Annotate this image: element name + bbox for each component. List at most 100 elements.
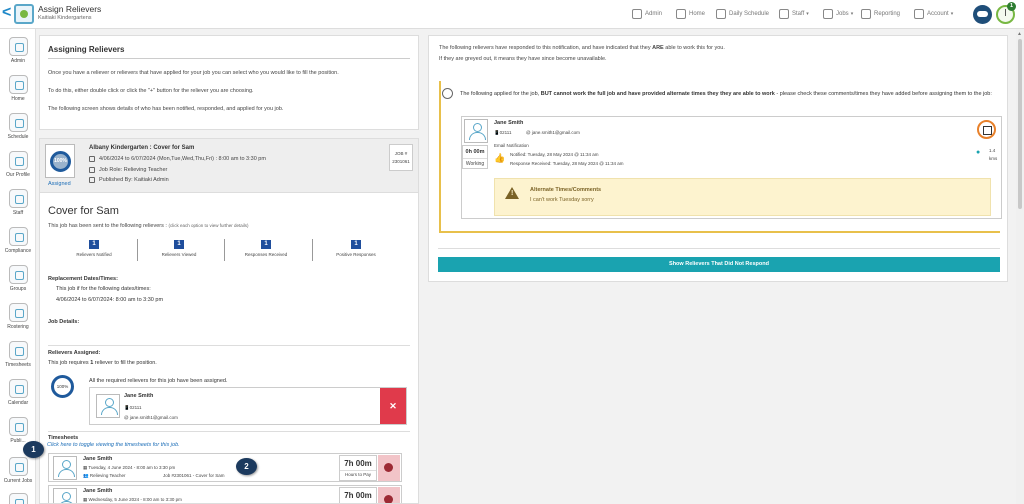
stat-positive-responses[interactable]: 1 Positive Responses xyxy=(316,240,396,257)
scrollbar[interactable]: ▲ xyxy=(1016,29,1024,504)
stat-divider xyxy=(224,239,225,261)
nav-staff[interactable]: Staff ▾ xyxy=(779,8,809,20)
report-icon xyxy=(861,9,871,19)
scroll-up-icon[interactable]: ▲ xyxy=(1017,31,1022,37)
alternate-times-alert: ! Alternate Times/Comments I can't work … xyxy=(494,178,991,216)
chevron-down-icon: ▾ xyxy=(950,11,954,17)
user-icon xyxy=(89,167,95,173)
chevron-down-icon: ▾ xyxy=(850,11,854,17)
job-heading: Cover for Sam xyxy=(48,205,119,217)
sidebar-item-timesheets[interactable]: Timesheets xyxy=(2,341,34,368)
divider xyxy=(438,248,1000,249)
nav-reporting[interactable]: Reporting xyxy=(861,8,900,20)
stat-relievers-notified[interactable]: 1 Relievers Notified xyxy=(54,240,134,257)
show-non-responders-button[interactable]: Show Relievers That Did Not Respond xyxy=(438,257,1000,272)
all-assigned-text: All the required relievers for this job … xyxy=(89,378,228,384)
intro-text: The following screen shows details of wh… xyxy=(48,106,284,112)
hours-box: 7h 00m xyxy=(339,487,377,503)
intro-title: Assigning Relievers xyxy=(48,45,125,54)
reliever-name: Jane Smith xyxy=(124,393,154,399)
nav-home[interactable]: Home xyxy=(676,8,705,20)
timesheets-icon xyxy=(8,341,28,360)
stat-divider xyxy=(137,239,138,261)
gear-icon xyxy=(632,9,642,19)
intro-text: Once you have a reliever or relievers th… xyxy=(48,70,339,76)
distance-unit: kms xyxy=(989,156,998,161)
avatar-icon xyxy=(464,119,488,143)
timesheet-role: 👥 Relieving Teacher xyxy=(83,473,126,478)
timesheet-date: ▦ Wednesday, 5 June 2024 - 8:00 am to 3:… xyxy=(83,497,182,502)
reliever-response-card[interactable]: Jane Smith 📱02111 @ jane.smith1@gmail.co… xyxy=(461,116,1002,219)
timesheet-row[interactable]: Jane Smith ▦ Wednesday, 5 June 2024 - 8:… xyxy=(48,485,402,503)
job-details-title: Job Details: xyxy=(48,319,80,325)
job-number: 2301061 xyxy=(392,159,410,164)
assigned-reliever-card[interactable]: Jane Smith 📱02111 @ jane.smith1@gmail.co… xyxy=(89,387,407,425)
jobs-icon xyxy=(8,457,28,476)
thumbs-up-icon: 👍 xyxy=(494,153,506,163)
reliever-hours: 0h 00m xyxy=(465,149,485,155)
nav-admin[interactable]: Admin xyxy=(632,8,662,20)
timesheet-name: Jane Smith xyxy=(83,488,113,494)
chevron-down-icon: ▾ xyxy=(806,11,809,17)
unavailable-icon[interactable] xyxy=(977,120,996,139)
sidebar: Admin Home Schedule Our Profile Staff Co… xyxy=(0,29,36,504)
timesheet-name: Jane Smith xyxy=(83,456,113,462)
cloud-sync-icon[interactable] xyxy=(973,5,992,24)
nav-account[interactable]: Account ▾ xyxy=(914,8,953,20)
sidebar-item-compliance[interactable]: Compliance xyxy=(2,227,34,254)
response-time: Response Received: Tuesday, 28 May 2024 … xyxy=(510,161,624,166)
assigned-progress-ring: 100% xyxy=(51,375,74,398)
divider xyxy=(48,345,410,346)
sidebar-item-staff[interactable]: Staff xyxy=(2,189,34,216)
more-icon xyxy=(8,493,28,504)
stat-relievers-viewed[interactable]: 1 Relievers Viewed xyxy=(139,240,219,257)
sidebar-item-home[interactable]: Home xyxy=(2,75,34,102)
nav-jobs[interactable]: Jobs ▾ xyxy=(823,8,853,20)
sidebar-item-publish[interactable]: Publi... xyxy=(2,417,34,444)
sidebar-item-admin[interactable]: Admin xyxy=(2,37,34,64)
neutral-face-icon xyxy=(442,88,453,99)
hours-box: 0h 00m Working xyxy=(462,145,488,169)
sidebar-item-more[interactable] xyxy=(2,493,34,504)
progress-ring: 100% xyxy=(50,151,71,172)
organisation-name: Kaitiaki Kindergartens xyxy=(38,15,92,21)
sidebar-item-rostering[interactable]: Rostering xyxy=(2,303,34,330)
clock-icon[interactable] xyxy=(378,487,400,503)
remove-reliever-button[interactable]: ✕ xyxy=(380,388,406,424)
schedule-icon xyxy=(8,113,28,132)
top-header: < Assign Relievers Kaitiaki Kindergarten… xyxy=(0,0,1024,29)
calendar-icon xyxy=(8,379,28,398)
intro-panel: Assigning Relievers Once you have a reli… xyxy=(39,35,419,130)
reliever-phone: 📱02111 xyxy=(124,405,142,410)
app-logo-icon xyxy=(14,4,34,24)
publish-icon xyxy=(8,417,28,436)
progress-box: 100% xyxy=(45,144,75,178)
partial-responses-text: The following applied for the job, BUT c… xyxy=(460,91,992,97)
partial-responses-box: The following applied for the job, BUT c… xyxy=(439,81,1002,233)
home-icon xyxy=(676,9,686,19)
hours-label: Hours to Pay xyxy=(340,470,376,477)
notified-time: Notified: Tuesday, 28 May 2024 @ 11:34 a… xyxy=(510,152,599,157)
stat-responses-received[interactable]: 1 Responses Received xyxy=(226,240,306,257)
job-title: Albany Kindergarten : Cover for Sam xyxy=(89,145,195,151)
sidebar-item-calendar[interactable]: Calendar xyxy=(2,379,34,406)
distance: 1.4 xyxy=(989,148,996,153)
rostering-icon xyxy=(8,303,28,322)
sidebar-item-our-profile[interactable]: Our Profile xyxy=(2,151,34,178)
reliever-email: @ jane.smith1@gmail.com xyxy=(124,415,178,420)
reliever-email: @ jane.smith1@gmail.com xyxy=(526,130,580,135)
sidebar-item-current-jobs[interactable]: Current Jobs xyxy=(2,457,34,484)
job-panel: 100% Assigned Albany Kindergarten : Cove… xyxy=(39,138,419,504)
sidebar-item-schedule[interactable]: Schedule xyxy=(2,113,34,140)
scrollbar-thumb[interactable] xyxy=(1018,39,1022,209)
requires-text: This job requires 1 reliever to fill the… xyxy=(48,360,157,366)
back-arrow-icon[interactable]: < xyxy=(2,3,12,25)
toggle-timesheets-link[interactable]: Click here to toggle viewing the timeshe… xyxy=(47,442,180,448)
responses-panel: The following relievers have responded t… xyxy=(428,35,1008,282)
user-icon xyxy=(89,177,95,183)
sidebar-item-groups[interactable]: Groups xyxy=(2,265,34,292)
timesheet-row[interactable]: Jane Smith ▦ Tuesday, 4 June 2024 - 8:00… xyxy=(48,453,402,482)
job-publisher: Published By: Kaitiaki Admin xyxy=(89,177,169,183)
clock-icon[interactable] xyxy=(378,455,400,481)
nav-daily-schedule[interactable]: Daily Schedule xyxy=(716,8,769,20)
